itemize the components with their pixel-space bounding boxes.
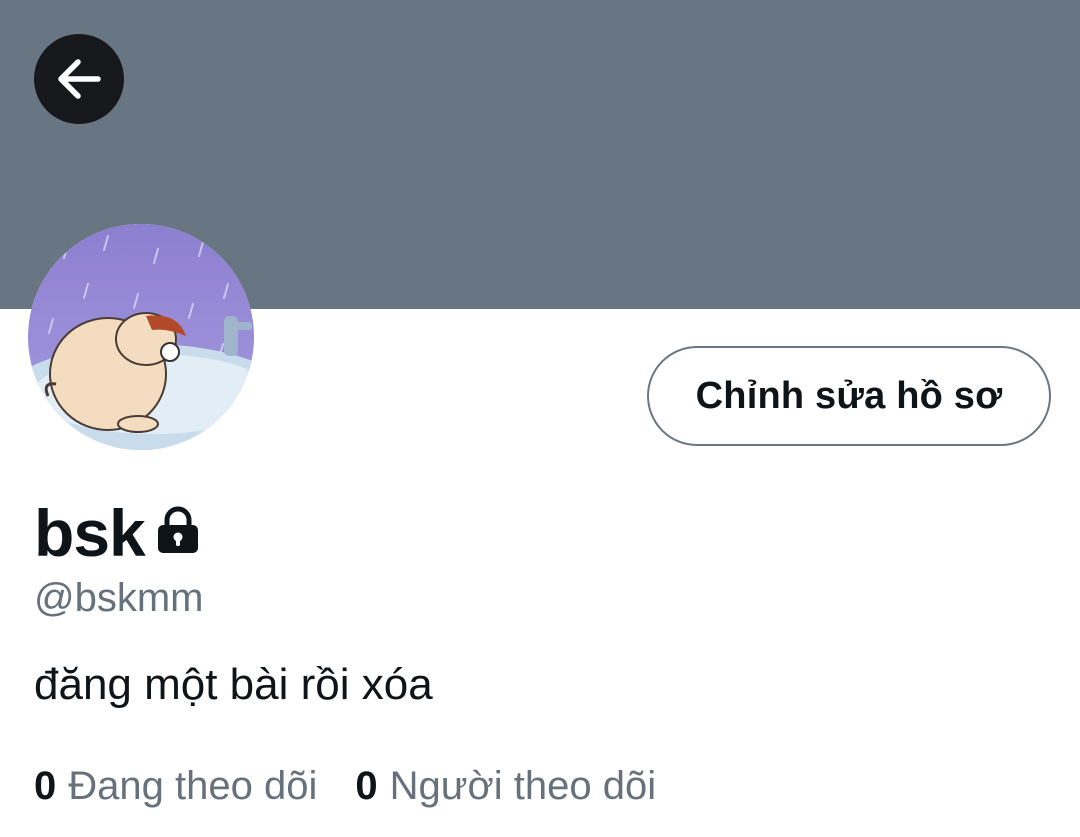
- back-button[interactable]: [34, 34, 124, 124]
- lock-icon: [155, 506, 201, 554]
- edit-profile-button[interactable]: Chỉnh sửa hồ sơ: [647, 346, 1051, 446]
- arrow-left-icon: [58, 59, 101, 99]
- following-link[interactable]: 0 Đang theo dõi: [34, 764, 317, 809]
- profile-page: Chỉnh sửa hồ sơ bsk @bskmm đăng một bài …: [0, 0, 1080, 837]
- followers-link[interactable]: 0 Người theo dõi: [355, 764, 656, 809]
- following-count: 0: [34, 764, 57, 808]
- user-handle: @bskmm: [34, 576, 204, 620]
- following-label: Đang theo dõi: [68, 764, 318, 808]
- display-name-row: bsk: [34, 488, 201, 578]
- follow-stats: 0 Đang theo dõi 0 Người theo dõi: [34, 764, 694, 809]
- avatar[interactable]: [28, 224, 254, 450]
- profile-bio: đăng một bài rồi xóa: [34, 660, 433, 709]
- avatar-image: [28, 224, 254, 450]
- followers-label: Người theo dõi: [389, 764, 657, 808]
- display-name: bsk: [34, 496, 146, 570]
- followers-count: 0: [355, 764, 378, 808]
